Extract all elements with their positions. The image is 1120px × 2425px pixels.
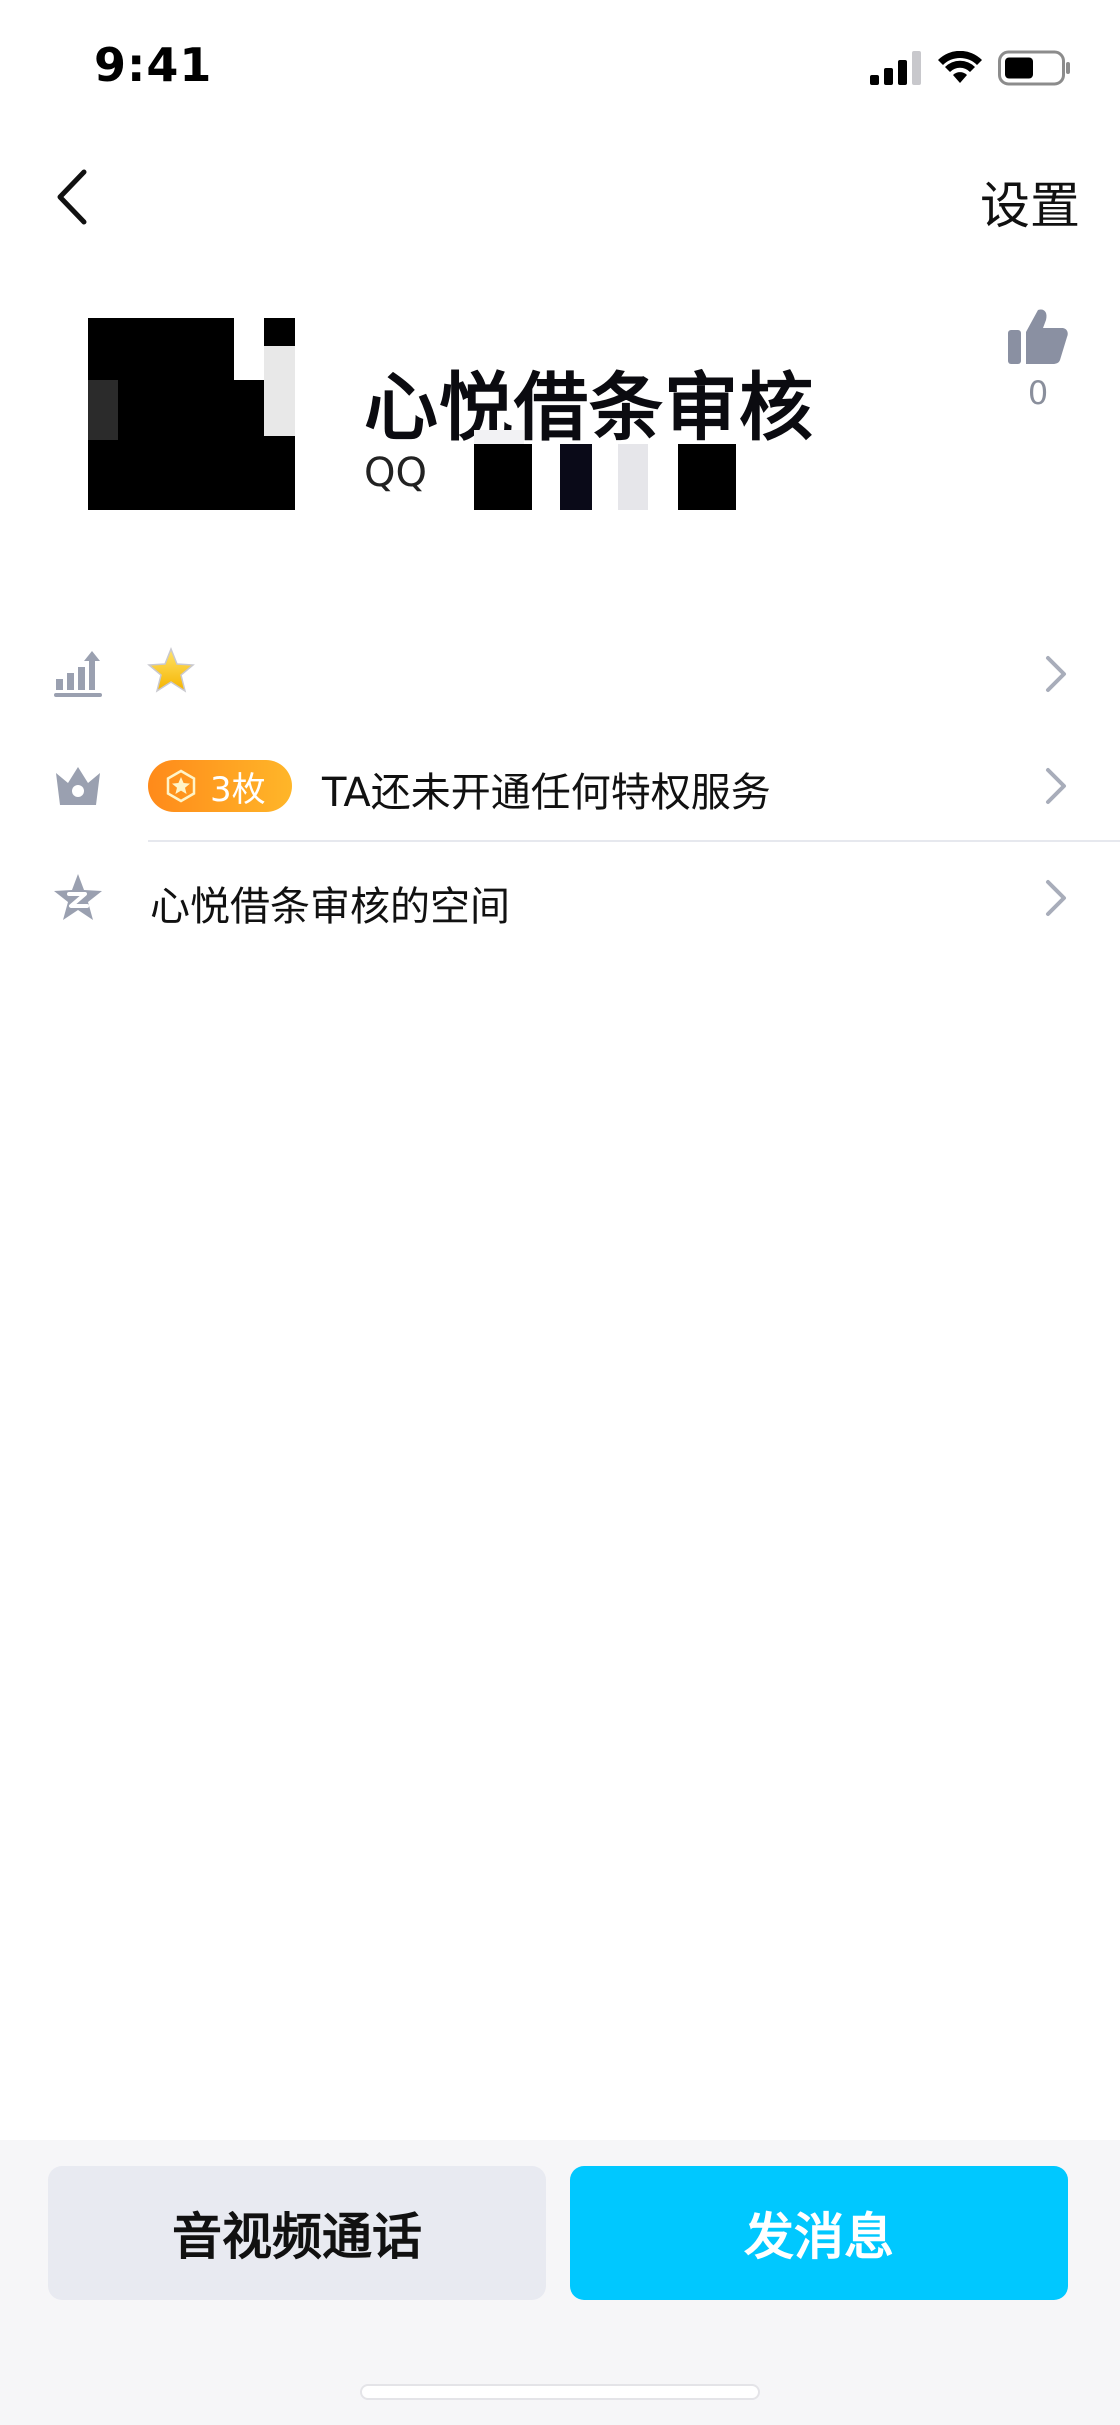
qq-mosaic-block <box>618 444 648 510</box>
back-button[interactable] <box>44 160 98 234</box>
signal-icon <box>870 51 921 85</box>
chevron-left-icon <box>57 169 87 225</box>
avatar[interactable] <box>88 318 295 510</box>
badge-label: 3枚 <box>210 769 266 810</box>
privilege-row[interactable]: 3枚 TA还未开通任何特权服务 <box>0 730 1120 840</box>
wifi-icon <box>938 51 982 83</box>
level-up-icon <box>50 645 106 701</box>
qq-mosaic-block <box>678 444 736 510</box>
space-row[interactable]: 心悦借条审核的空间 <box>0 842 1120 952</box>
like-button[interactable]: 0 <box>1006 306 1070 412</box>
like-count: 0 <box>1027 374 1049 412</box>
thumbs-up-icon <box>1008 309 1068 364</box>
avatar-mosaic-tile <box>88 380 118 440</box>
badge-count: 3枚 <box>148 760 292 812</box>
qzone-star-icon <box>50 870 106 926</box>
chevron-right-icon <box>1046 880 1066 916</box>
crown-icon <box>50 757 106 813</box>
space-text: 心悦借条审核的空间 <box>150 884 510 930</box>
status-bar: 9:41 <box>0 0 1120 140</box>
battery-icon <box>998 50 1070 86</box>
home-indicator[interactable] <box>360 2384 760 2400</box>
settings-button[interactable]: 设置 <box>980 166 1080 238</box>
display-name: 心悦借条审核 <box>364 365 814 451</box>
avatar-mosaic-tile <box>264 346 295 436</box>
chevron-right-icon <box>1046 656 1066 692</box>
status-time: 9:41 <box>94 38 213 92</box>
audio-video-call-button[interactable]: 音视频通话 <box>48 2166 546 2300</box>
status-icons <box>870 50 1072 86</box>
qq-label: QQ <box>364 450 427 496</box>
level-row[interactable] <box>0 618 1120 728</box>
bottom-action-bar: 音视频通话 发消息 <box>0 2140 1120 2425</box>
privilege-text: TA还未开通任何特权服务 <box>322 770 771 816</box>
qq-mosaic-block <box>560 444 592 510</box>
avatar-mosaic-tile <box>234 318 264 380</box>
qq-mosaic-block <box>474 444 532 510</box>
send-message-button[interactable]: 发消息 <box>570 2166 1068 2300</box>
medal-icon <box>166 769 196 803</box>
star-icon <box>146 646 196 696</box>
chevron-right-icon <box>1046 768 1066 804</box>
